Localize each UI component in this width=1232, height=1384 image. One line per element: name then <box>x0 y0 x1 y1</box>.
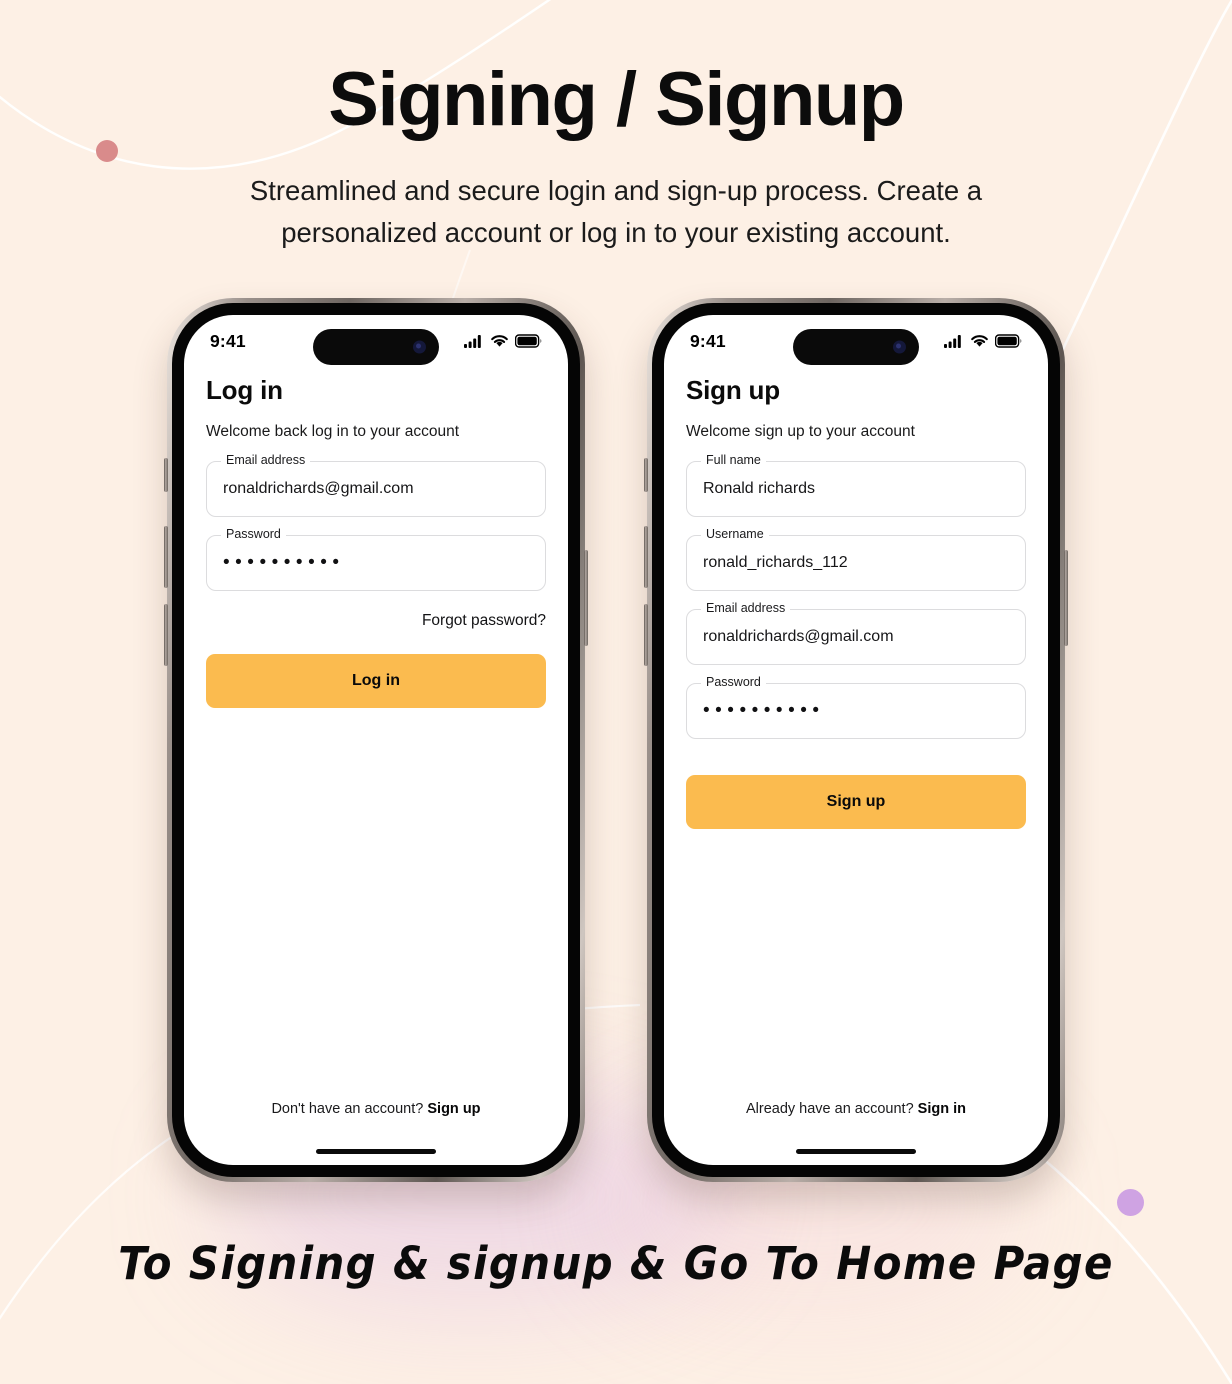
volume-down-button[interactable] <box>644 604 648 667</box>
login-subtitle: Welcome back log in to your account <box>206 423 460 441</box>
front-camera-icon <box>413 340 426 354</box>
forgot-password-link[interactable]: Forgot password? <box>422 612 546 630</box>
status-time: 9:41 <box>210 330 246 351</box>
power-button[interactable] <box>1064 550 1068 647</box>
email-field-label: Email address <box>701 602 791 615</box>
volume-up-button[interactable] <box>644 526 648 589</box>
go-to-signup-link[interactable]: Sign up <box>427 1101 480 1117</box>
signup-submit-button[interactable]: Sign up <box>686 775 1026 830</box>
dynamic-island <box>793 329 919 366</box>
wifi-icon <box>491 335 508 347</box>
login-footer: Don't have an account? Sign up <box>206 1101 546 1123</box>
password-field[interactable]: Password •••••••••• <box>206 528 546 592</box>
password-field-value: •••••••••• <box>703 700 825 722</box>
status-time: 9:41 <box>690 330 726 351</box>
signup-footer-text: Already have an account? <box>745 1101 914 1118</box>
forgot-password-row: Forgot password? <box>206 612 546 630</box>
email-field-label: Email address <box>221 454 311 467</box>
volume-up-button[interactable] <box>164 526 168 589</box>
signup-screen-body: Sign up Welcome sign up to your account … <box>664 363 1048 1165</box>
volume-down-button[interactable] <box>164 604 168 667</box>
signup-subtitle: Welcome sign up to your account <box>686 423 915 441</box>
phone-mockup-signup: 9:41 Sign up Welcome sign up to your acc… <box>644 298 1068 1183</box>
signal-bars-icon <box>944 335 961 349</box>
home-indicator[interactable] <box>316 1149 436 1155</box>
email-field[interactable]: Email address ronaldrichards@gmail.com <box>206 454 546 518</box>
full-name-field[interactable]: Full name Ronald richards <box>686 454 1026 518</box>
battery-icon <box>995 334 1022 349</box>
signup-screen: 9:41 Sign up Welcome sign up to your acc… <box>664 315 1048 1166</box>
page-header: Signing / Signup Streamlined and secure … <box>0 0 1232 253</box>
bottom-caption: To Signing & signup & Go To Home Page <box>118 1237 1114 1291</box>
battery-icon <box>515 334 542 349</box>
login-spacer <box>206 708 546 1101</box>
full-name-field-label: Full name <box>701 454 766 467</box>
username-field-label: Username <box>701 528 769 541</box>
signup-spacer <box>686 829 1026 1101</box>
username-field-value: ronald_richards_112 <box>703 554 848 572</box>
wifi-icon <box>971 335 988 347</box>
front-camera-icon <box>893 340 906 354</box>
login-submit-button[interactable]: Log in <box>206 654 546 709</box>
login-footer-text: Don't have an account? <box>271 1101 424 1118</box>
home-indicator[interactable] <box>796 1149 916 1155</box>
status-icons <box>464 334 542 349</box>
page-title: Signing / Signup <box>328 57 905 142</box>
password-field[interactable]: Password •••••••••• <box>686 676 1026 740</box>
login-form: Email address ronaldrichards@gmail.com P… <box>206 454 546 709</box>
email-field-value: ronaldrichards@gmail.com <box>703 628 894 646</box>
go-to-signin-link[interactable]: Sign in <box>918 1101 966 1117</box>
password-field-label: Password <box>701 676 766 689</box>
signup-form: Full name Ronald richards Username ronal… <box>686 454 1026 830</box>
silent-switch-button[interactable] <box>644 458 648 493</box>
purple-dot-decoration <box>1117 1189 1144 1216</box>
page-subtitle: Streamlined and secure login and sign-up… <box>249 174 983 248</box>
phone-mockup-login: 9:41 Log in Welcome back log in to your … <box>164 298 588 1183</box>
login-screen: 9:41 Log in Welcome back log in to your … <box>184 315 568 1166</box>
signup-title: Sign up <box>686 375 780 406</box>
phone-mockups-row: 9:41 Log in Welcome back log in to your … <box>0 298 1232 1183</box>
email-field-value: ronaldrichards@gmail.com <box>223 480 414 498</box>
login-title: Log in <box>206 375 283 406</box>
power-button[interactable] <box>584 550 588 647</box>
dynamic-island <box>313 329 439 366</box>
login-screen-body: Log in Welcome back log in to your accou… <box>184 363 568 1165</box>
username-field[interactable]: Username ronald_richards_112 <box>686 528 1026 592</box>
email-field[interactable]: Email address ronaldrichards@gmail.com <box>686 602 1026 666</box>
signal-bars-icon <box>464 335 481 349</box>
full-name-field-value: Ronald richards <box>703 480 816 498</box>
password-field-label: Password <box>221 528 286 541</box>
status-icons <box>944 334 1022 349</box>
silent-switch-button[interactable] <box>164 458 168 493</box>
password-field-value: •••••••••• <box>223 552 345 574</box>
signup-footer: Already have an account? Sign in <box>686 1101 1026 1123</box>
